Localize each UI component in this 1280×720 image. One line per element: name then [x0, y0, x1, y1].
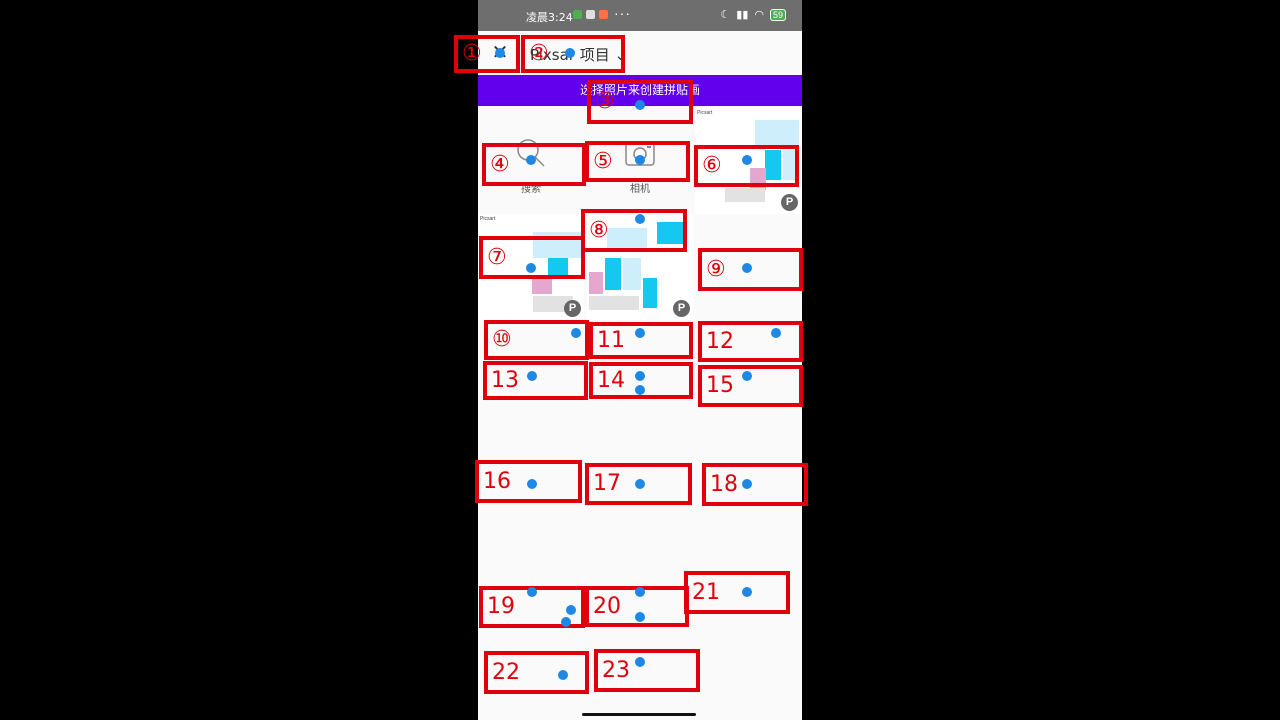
annotation-number: 17 [593, 471, 621, 496]
annotation-number: 15 [706, 373, 734, 398]
annotation-number: 18 [710, 471, 738, 497]
annotation-box: 22 [484, 651, 589, 694]
annotation-dot [635, 100, 645, 110]
annotation-number: 19 [487, 594, 515, 619]
picsart-badge-icon: P [564, 300, 581, 317]
thumbnail-header: Picsart [697, 110, 713, 116]
annotation-number: 21 [692, 579, 720, 605]
annotation-number: ⑤ [593, 148, 613, 174]
annotation-number: ① [462, 41, 482, 66]
annotation-dot [566, 605, 576, 615]
annotation-dot [742, 587, 752, 597]
annotation-number: 14 [597, 367, 625, 393]
annotation-number: 22 [492, 659, 520, 685]
annotation-dot [635, 479, 645, 489]
annotation-box: ⑧ [581, 209, 687, 252]
annotation-dot [742, 479, 752, 489]
annotation-number: 11 [597, 327, 625, 353]
annotation-number: ⑥ [702, 153, 722, 178]
annotation-dot [558, 670, 568, 680]
moon-icon: ☾ [720, 9, 731, 21]
annotation-dot [635, 587, 645, 597]
home-indicator[interactable] [582, 713, 696, 716]
annotation-dot [527, 587, 537, 597]
annotation-box: 23 [594, 649, 700, 692]
annotation-dot [635, 214, 645, 224]
app-icon [586, 10, 595, 19]
picsart-badge-icon: P [673, 300, 690, 317]
status-time: 凌晨3:24 [526, 11, 573, 24]
annotation-box: 15 [698, 365, 803, 407]
annotation-number: ⑦ [487, 244, 507, 270]
annotation-dot [635, 371, 645, 381]
annotation-dot [571, 328, 581, 338]
annotation-dot [565, 48, 575, 58]
annotation-box: 21 [684, 571, 790, 614]
annotation-box: ④ [482, 143, 586, 186]
annotation-box: 12 [698, 321, 803, 362]
battery-icon: 59 [769, 8, 786, 21]
annotation-number: ⑧ [589, 217, 609, 243]
annotation-number: ⑩ [492, 327, 512, 352]
annotation-number: 20 [593, 593, 621, 619]
camera-label: 相机 [630, 184, 650, 195]
annotation-number: 12 [706, 328, 734, 354]
wechat-icon [573, 10, 582, 19]
annotation-box: ① [454, 35, 520, 73]
annotation-box: 18 [702, 463, 808, 506]
annotation-box: 13 [483, 361, 588, 400]
annotation-number: ③ [595, 89, 615, 114]
annotation-number: ② [529, 41, 549, 66]
status-right: ☾ ▮▮ ◠ 59 [720, 8, 786, 21]
annotation-box: ⑥ [694, 145, 799, 187]
annotation-dot [742, 155, 752, 165]
annotation-dot [771, 328, 781, 338]
annotation-dot [527, 371, 537, 381]
annotation-dot [635, 155, 645, 165]
annotation-dot [742, 263, 752, 273]
annotation-dot [561, 617, 571, 627]
more-notifications-icon: ··· [614, 5, 631, 21]
picsart-badge-icon: P [781, 194, 798, 211]
annotation-number: 13 [491, 367, 519, 393]
annotation-number: ④ [490, 151, 510, 177]
annotation-box: ⑩ [484, 320, 589, 360]
notification-icon [599, 10, 608, 19]
annotation-dot [635, 328, 645, 338]
annotation-number: 16 [483, 468, 511, 494]
annotation-dot [526, 155, 536, 165]
annotation-dot [495, 48, 505, 58]
annotation-number: 23 [602, 657, 630, 683]
annotation-dot [635, 657, 645, 667]
annotation-dot [742, 371, 752, 381]
annotation-number: ⑨ [706, 256, 726, 282]
annotation-dot [527, 479, 537, 489]
wifi-icon: ◠ [754, 9, 764, 21]
annotation-dot [635, 612, 645, 622]
thumbnail-header: Picsart [480, 216, 496, 222]
status-bar: 凌晨3:24 ··· ☾ ▮▮ ◠ 59 [478, 0, 802, 31]
annotation-dot [635, 385, 645, 395]
annotation-dot [526, 263, 536, 273]
signal-icon: ▮▮ [736, 9, 749, 21]
